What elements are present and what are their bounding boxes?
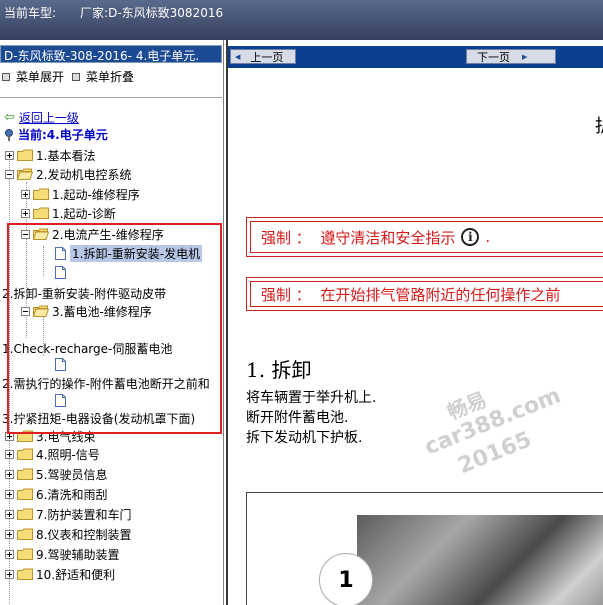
- back-row[interactable]: ⇦ 返回上一级: [4, 109, 79, 126]
- tree-item-start-repair[interactable]: 1.起动-维修程序: [21, 185, 140, 203]
- tree-label[interactable]: 4.照明-信号: [36, 446, 100, 463]
- divider: [0, 97, 222, 99]
- engine-photo: [357, 515, 603, 605]
- document-heading: 拆: [595, 112, 603, 138]
- page-nav-bar: ◀ 上一页 下一页 ▶: [228, 46, 603, 68]
- folder-icon: [17, 528, 33, 540]
- tree-item-driving-aids[interactable]: 9.驾驶辅助装置: [5, 545, 119, 563]
- collapse-icon[interactable]: [5, 169, 14, 179]
- menu-expand-label: 菜单展开: [16, 70, 65, 84]
- folder-icon: [33, 188, 49, 200]
- square-icon: [72, 72, 81, 81]
- expand-icon[interactable]: [5, 569, 14, 579]
- tree-item-lighting[interactable]: 4.照明-信号: [5, 445, 100, 463]
- current-location: 当前:4.电子单元: [4, 126, 108, 143]
- menu-expand-button[interactable]: 菜单展开: [2, 68, 64, 85]
- current-vehicle-label: 当前车型:: [4, 6, 57, 20]
- tree-item-instruments[interactable]: 8.仪表和控制装置: [5, 525, 131, 543]
- section-title: 1. 拆卸: [246, 358, 312, 382]
- tree-label[interactable]: 9.驾驶辅助装置: [36, 546, 119, 563]
- step-text: 拆下发动机下护板.: [246, 430, 363, 446]
- tree-item-comfort[interactable]: 10.舒适和便利: [5, 565, 115, 583]
- next-page-button[interactable]: 下一页 ▶: [466, 49, 556, 64]
- expand-icon[interactable]: [5, 150, 14, 160]
- figure-frame: 1: [246, 492, 603, 605]
- warning-prefix: 强制 ：: [261, 228, 311, 247]
- folder-icon: [17, 488, 33, 500]
- step-text: 将车辆置于举升机上.: [246, 390, 377, 406]
- folder-icon: [17, 548, 33, 560]
- warning-suffix: .: [485, 228, 491, 246]
- highlight-annotation-box: [7, 223, 222, 434]
- folder-icon: [17, 448, 33, 460]
- title-bar: 当前车型: 厂家:D-东风标致3082016: [0, 0, 603, 40]
- menu-collapse-label: 菜单折叠: [86, 70, 135, 84]
- tree-label[interactable]: 1.起动-诊断: [52, 205, 116, 222]
- next-page-label: 下一页: [477, 50, 510, 64]
- folder-icon: [17, 508, 33, 520]
- warning-box: 强制 ： 在开始排气管路附近的任何操作之前: [246, 277, 603, 311]
- expand-icon[interactable]: [5, 549, 14, 559]
- expand-icon[interactable]: [5, 469, 14, 479]
- warning-prefix: 强制 ：: [261, 285, 311, 304]
- menu-collapse-button[interactable]: 菜单折叠: [72, 68, 134, 85]
- current-label: 当前:4.电子单元: [18, 128, 108, 142]
- menu-operations: 菜单展开 菜单折叠: [2, 68, 142, 85]
- back-arrow-icon: ⇦: [4, 110, 15, 125]
- vehicle-value: 厂家:D-东风标致3082016: [80, 6, 224, 20]
- tree-label[interactable]: 10.舒适和便利: [36, 566, 115, 583]
- tree-item-doors[interactable]: 7.防护装置和车门: [5, 505, 131, 523]
- arrow-left-icon: ◀: [235, 52, 241, 61]
- square-icon: [2, 72, 10, 81]
- expand-icon[interactable]: [21, 208, 30, 218]
- figure-callout: 1: [319, 553, 373, 605]
- document-pane: ◀ 上一页 下一页 ▶ 拆 强制 ： 遵守清洁和安全指示 i. 强制 ： 在开始排…: [226, 40, 603, 605]
- tree-label[interactable]: 1.基本看法: [36, 147, 95, 164]
- model-bar[interactable]: D-东风标致-308-2016- 4.电子单元.: [0, 45, 222, 63]
- warning-box: 强制 ： 遵守清洁和安全指示 i.: [246, 217, 603, 257]
- tree-label[interactable]: 1.起动-维修程序: [52, 186, 140, 203]
- tree-item-wipers[interactable]: 6.清洗和雨刮: [5, 485, 107, 503]
- expand-icon[interactable]: [5, 489, 14, 499]
- tree-label[interactable]: 7.防护装置和车门: [36, 506, 131, 523]
- folder-open-icon: [17, 168, 33, 180]
- expand-icon[interactable]: [5, 449, 14, 459]
- expand-icon[interactable]: [5, 509, 14, 519]
- tree-item-start-diagnosis[interactable]: 1.起动-诊断: [21, 204, 116, 222]
- tree-item-basic[interactable]: 1.基本看法: [5, 146, 95, 164]
- location-pin-icon: [5, 128, 13, 141]
- tree-label[interactable]: 2.发动机电控系统: [36, 166, 131, 183]
- expand-icon[interactable]: [21, 189, 30, 199]
- expand-icon[interactable]: [5, 529, 14, 539]
- step-text: 断开附件蓄电池.: [246, 410, 349, 426]
- tree-item-engine-control[interactable]: 2.发动机电控系统: [5, 165, 131, 183]
- tree-label[interactable]: 5.驾驶员信息: [36, 466, 107, 483]
- back-link[interactable]: 返回上一级: [19, 109, 79, 126]
- warning-text: 遵守清洁和安全指示: [320, 228, 456, 247]
- folder-icon: [17, 468, 33, 480]
- tree-label[interactable]: 8.仪表和控制装置: [36, 526, 131, 543]
- tree-label[interactable]: 6.清洗和雨刮: [36, 486, 107, 503]
- warning-text: 在开始排气管路附近的任何操作之前: [320, 285, 561, 304]
- prev-page-button[interactable]: ◀ 上一页: [230, 49, 296, 64]
- info-icon: i: [461, 228, 480, 246]
- arrow-right-icon: ▶: [522, 52, 528, 61]
- folder-icon: [33, 207, 49, 219]
- tree-item-driver-info[interactable]: 5.驾驶员信息: [5, 465, 107, 483]
- prev-page-label: 上一页: [250, 50, 284, 64]
- folder-icon: [17, 149, 33, 161]
- folder-icon: [17, 568, 33, 580]
